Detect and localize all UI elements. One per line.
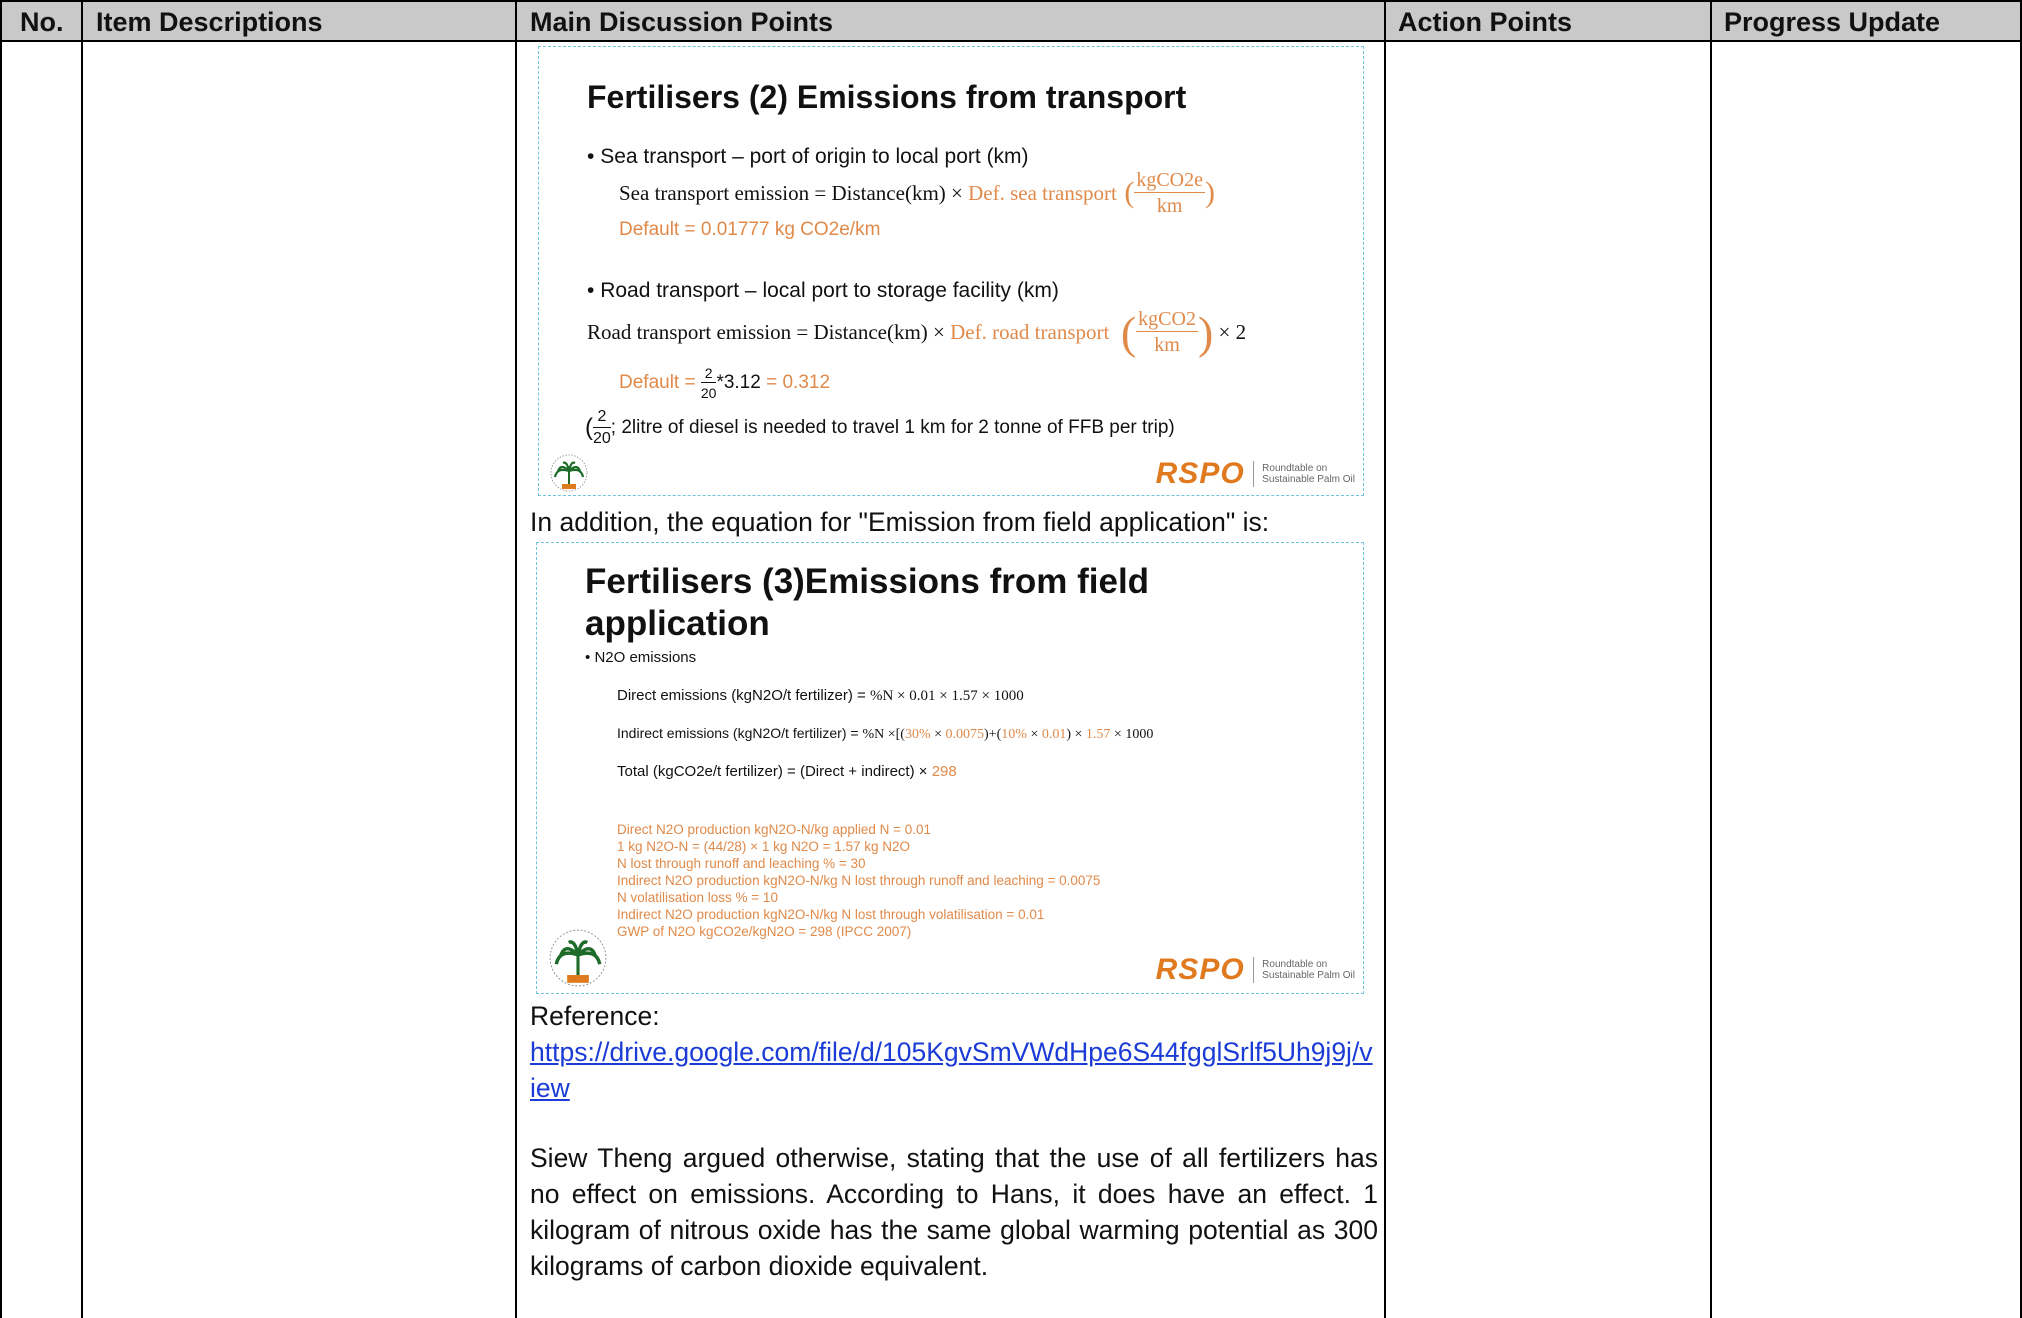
total-emissions: Total (kgCO2e/t fertilizer) = (Direct + … bbox=[617, 763, 957, 780]
bullet-dot: • bbox=[585, 649, 591, 666]
bullet-text: Sea transport – port of origin to local … bbox=[600, 145, 1029, 168]
bullet-road-transport: • Road transport – local port to storage… bbox=[587, 279, 1059, 303]
slide-title: Fertilisers (3)Emissions from field appl… bbox=[585, 562, 1150, 643]
slide-fertilisers-transport: Fertilisers (2) Emissions from transport… bbox=[538, 46, 1364, 496]
formula-lhs: Sea transport emission = Distance(km) × bbox=[619, 180, 963, 205]
bullet-dot: • bbox=[587, 279, 601, 302]
header-action-points: Action Points bbox=[1398, 7, 1572, 37]
default-fraction: 2 20 bbox=[700, 365, 717, 401]
bullet-text: Road transport – local port to storage f… bbox=[600, 279, 1059, 302]
road-formula: Road transport emission = Distance(km) ×… bbox=[587, 306, 1247, 358]
reference-link[interactable]: https://drive.google.com/file/d/105KgvSm… bbox=[530, 1037, 1373, 1103]
table-header-row: No. Item Descriptions Main Discussion Po… bbox=[0, 0, 2022, 42]
bullet-n2o-emissions: • N2O emissions bbox=[585, 649, 697, 666]
rspo-logo: RSPO Roundtable on Sustainable Palm Oil bbox=[1155, 457, 1355, 490]
sea-formula: Sea transport emission = Distance(km) × … bbox=[619, 169, 1215, 217]
header-no: No. bbox=[20, 7, 64, 37]
factor-note: 1 kg N2O-N = (44/28) × 1 kg N2O = 1.57 k… bbox=[617, 839, 911, 854]
column-rule bbox=[0, 0, 2, 1318]
slide-title: Fertilisers (2) Emissions from transport bbox=[587, 79, 1187, 115]
formula-times: × 2 bbox=[1218, 319, 1247, 344]
minutes-table: No. Item Descriptions Main Discussion Po… bbox=[0, 0, 2022, 1318]
cspo-seal-icon bbox=[550, 454, 588, 492]
factor-note: Indirect N2O production kgN2O-N/kg N los… bbox=[617, 907, 1045, 922]
header-item-descriptions: Item Descriptions bbox=[96, 7, 323, 37]
factor-note: N volatilisation loss % = 10 bbox=[617, 890, 778, 905]
reference-link-container: https://drive.google.com/file/d/105KgvSm… bbox=[530, 1034, 1378, 1106]
direct-emissions: Direct emissions (kgN2O/t fertilizer) = … bbox=[617, 687, 1024, 704]
note-fraction: 2 20 bbox=[593, 408, 611, 447]
discussion-paragraph: Siew Theng argued otherwise, stating tha… bbox=[530, 1143, 1378, 1281]
rspo-logo: RSPO Roundtable on Sustainable Palm Oil bbox=[1155, 953, 1355, 986]
header-progress-update: Progress Update bbox=[1724, 7, 1941, 37]
factor-note: GWP of N2O kgCO2e/kgN2O = 298 (IPCC 2007… bbox=[617, 924, 912, 939]
factor-note: Indirect N2O production kgN2O-N/kg N los… bbox=[617, 873, 1101, 888]
header-main-discussion-points: Main Discussion Points bbox=[530, 7, 834, 37]
intro-paragraph: In addition, the equation for "Emission … bbox=[530, 507, 1270, 537]
sea-default: Default = 0.01777 kg CO2e/km bbox=[619, 219, 881, 240]
column-rule bbox=[81, 0, 83, 1318]
factor-note: N lost through runoff and leaching % = 3… bbox=[617, 856, 866, 871]
cspo-seal-icon bbox=[549, 929, 607, 987]
column-rule bbox=[1710, 0, 1712, 1318]
unit-fraction: kgCO2e km bbox=[1134, 169, 1205, 217]
slide-fertilisers-field-application: Fertilisers (3)Emissions from field appl… bbox=[536, 542, 1364, 994]
diesel-note: ( 2 20 ; 2litre of diesel is needed to t… bbox=[585, 408, 1175, 447]
column-rule bbox=[515, 0, 517, 1318]
bullet-sea-transport: • Sea transport – port of origin to loca… bbox=[587, 145, 1029, 169]
reference-label: Reference: bbox=[530, 1001, 660, 1031]
road-default: Default = 2 20 *3.12 = 0.312 bbox=[619, 365, 831, 401]
formula-def: Def. sea transport bbox=[968, 180, 1117, 205]
bullet-dot: • bbox=[587, 145, 601, 168]
formula-def: Def. road transport bbox=[950, 319, 1110, 344]
formula-lhs: Road transport emission = Distance(km) × bbox=[587, 319, 945, 344]
factor-note: Direct N2O production kgN2O-N/kg applied… bbox=[617, 822, 932, 837]
indirect-emissions: Indirect emissions (kgN2O/t fertilizer) … bbox=[617, 725, 1154, 742]
column-rule bbox=[1384, 0, 1386, 1318]
unit-fraction: kgCO2 km bbox=[1136, 308, 1198, 356]
